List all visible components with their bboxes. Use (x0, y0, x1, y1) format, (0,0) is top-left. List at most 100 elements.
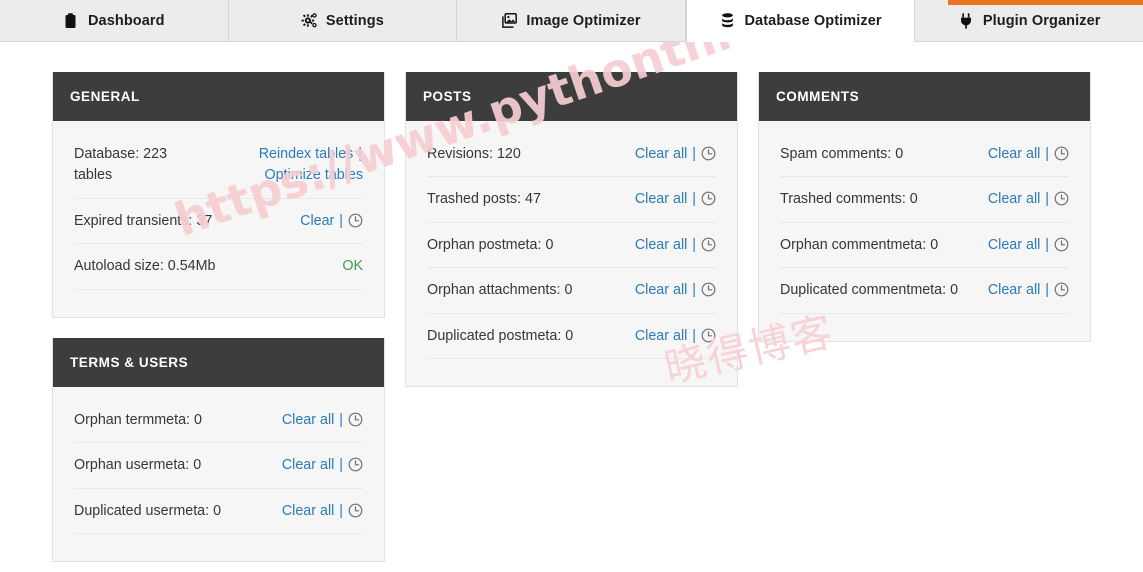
clear-all-link[interactable]: Clear all (635, 237, 687, 253)
clock-icon[interactable] (348, 213, 363, 228)
stat-label: Trashed comments: 0 (780, 189, 918, 210)
clock-icon[interactable] (1054, 146, 1069, 161)
tab-dashboard[interactable]: Dashboard (0, 0, 229, 42)
row-actions: Clear all | (635, 280, 716, 301)
database-icon (719, 12, 735, 29)
panel-body: Orphan termmeta: 0 Clear all | Orphan use… (53, 387, 384, 561)
clear-all-link[interactable]: Clear all (988, 146, 1040, 162)
stat-label: Duplicated postmeta: 0 (427, 326, 573, 347)
status-badge: OK (342, 258, 363, 275)
tab-settings[interactable]: Settings (228, 0, 458, 42)
clear-all-link[interactable]: Clear all (635, 191, 687, 207)
clock-icon[interactable] (701, 146, 716, 161)
row-actions: Clear all | (988, 280, 1069, 301)
stat-value: 0 (930, 236, 939, 253)
clock-icon[interactable] (1054, 237, 1069, 252)
stat-name: Expired transients: (74, 212, 193, 229)
stat-row: Orphan usermeta: 0 Clear all | (74, 443, 363, 489)
row-actions: Clear all | (282, 455, 363, 476)
stat-row: Orphan postmeta: 0 Clear all | (427, 223, 716, 269)
action-separator: | (692, 191, 697, 208)
clear-all-link[interactable]: Clear all (988, 282, 1040, 298)
optimize-tables-link[interactable]: Optimize tables (264, 167, 363, 183)
stat-row: Duplicated postmeta: 0 Clear all | (427, 314, 716, 360)
clear-all-link[interactable]: Clear all (282, 412, 334, 428)
panel-comments: COMMENTS Spam comments: 0 Clear all | Tras… (758, 72, 1091, 342)
clock-icon[interactable] (701, 328, 716, 343)
clock-icon[interactable] (701, 191, 716, 206)
clear-all-link[interactable]: Clear all (635, 146, 687, 162)
tab-plugin-organizer[interactable]: Plugin Organizer (915, 0, 1143, 42)
clear-all-link[interactable]: Clear all (282, 503, 334, 519)
clock-icon[interactable] (348, 412, 363, 427)
stat-name: Duplicated usermeta: (74, 502, 210, 519)
stat-label: Duplicated usermeta: 0 (74, 501, 221, 522)
row-actions: Clear all | (988, 144, 1069, 165)
stat-label: Autoload size: 0.54Mb (74, 256, 215, 277)
row-actions: Clear | (300, 211, 363, 232)
stat-name: Orphan usermeta: (74, 457, 190, 474)
row-actions: Clear all | (282, 501, 363, 522)
stat-name: Trashed posts: (427, 191, 522, 208)
panel-body: Spam comments: 0 Clear all | Trashed comm… (759, 121, 1090, 341)
stat-label: Expired transients: 37 (74, 211, 212, 232)
row-actions: Clear all | (635, 144, 716, 165)
stat-value: 0 (193, 457, 202, 474)
stat-row: Duplicated usermeta: 0 Clear all | (74, 489, 363, 535)
tab-database-optimizer[interactable]: Database Optimizer (685, 0, 916, 42)
stat-value: 0 (895, 146, 904, 162)
clear-all-link[interactable]: Clear all (282, 457, 334, 473)
stat-name: Orphan attachments: (427, 282, 561, 299)
stat-row: Orphan commentmeta: 0 Clear all | (780, 223, 1069, 269)
stat-name: Orphan postmeta: (427, 236, 542, 253)
clock-icon[interactable] (348, 503, 363, 518)
tab-image-optimizer[interactable]: Image Optimizer (457, 0, 686, 42)
stat-name: Spam comments: (780, 146, 892, 162)
row-actions: Clear all | (635, 326, 716, 347)
stat-name: Duplicated postmeta: (427, 327, 562, 344)
row-actions: Clear all | (282, 410, 363, 431)
clock-icon[interactable] (701, 282, 716, 297)
stat-label: Orphan usermeta: 0 (74, 455, 201, 476)
stat-label: Duplicated commentmeta: 0 (780, 280, 958, 301)
action-separator: | (1045, 236, 1050, 253)
panel-title: COMMENTS (759, 72, 1090, 121)
action-separator: | (339, 457, 344, 474)
plug-icon (958, 12, 974, 29)
clear-all-link[interactable]: Clear all (988, 237, 1040, 253)
clock-icon[interactable] (1054, 282, 1069, 297)
stat-value: 47 (525, 191, 541, 208)
panel-terms-users: TERMS & USERS Orphan termmeta: 0 Clear all… (52, 337, 385, 563)
action-separator: | (692, 282, 697, 299)
stat-value: 37 (196, 212, 213, 229)
gears-icon (301, 12, 317, 29)
top-accent-bar (948, 0, 1143, 5)
action-separator: | (339, 411, 344, 428)
clear-all-link[interactable]: Clear all (635, 282, 687, 298)
action-separator: | (1045, 282, 1050, 299)
panel-posts: POSTS Revisions: 120 Clear all | Trashed p… (405, 72, 738, 388)
clock-icon[interactable] (1054, 191, 1069, 206)
stat-name: Duplicated commentmeta: (780, 282, 947, 299)
clock-icon[interactable] (701, 237, 716, 252)
stat-name: Database: (74, 146, 140, 162)
clear-link[interactable]: Clear (300, 213, 334, 229)
action-separator: | (692, 327, 697, 344)
stat-value: 0.54Mb (167, 258, 216, 275)
stat-value: 0 (565, 327, 574, 344)
clear-all-link[interactable]: Clear all (988, 191, 1040, 207)
stat-name: Orphan commentmeta: (780, 236, 927, 253)
column-left: GENERAL Database: 223 tables Reindex table… (52, 72, 385, 563)
stat-row: Orphan attachments: 0 Clear all | (427, 268, 716, 314)
stat-value: 0 (545, 236, 554, 253)
action-separator: | (339, 502, 344, 519)
stat-value: 0 (909, 191, 918, 208)
stat-value: 0 (564, 282, 573, 299)
reindex-tables-link[interactable]: Reindex tables (259, 146, 354, 162)
panels-board: GENERAL Database: 223 tables Reindex table… (0, 42, 1143, 563)
panel-title: POSTS (406, 72, 737, 121)
clock-icon[interactable] (348, 457, 363, 472)
row-actions: OK (342, 256, 363, 277)
clear-all-link[interactable]: Clear all (635, 328, 687, 344)
tab-label: Image Optimizer (526, 12, 641, 29)
